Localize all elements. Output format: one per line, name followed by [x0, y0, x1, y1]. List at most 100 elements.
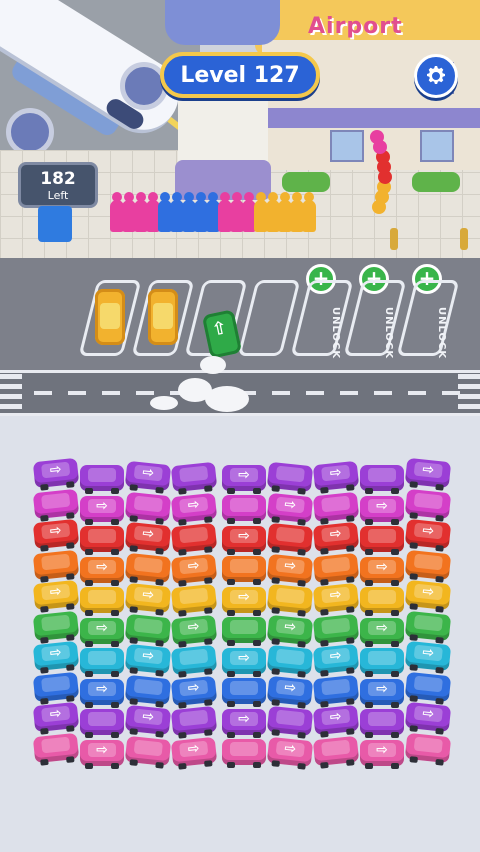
car-wheel — [409, 511, 419, 519]
grid-car[interactable] — [170, 583, 218, 617]
grid-car[interactable]: ⇨ — [266, 553, 314, 587]
grid-car[interactable] — [80, 526, 124, 556]
grid-car[interactable] — [360, 526, 404, 556]
grid-car[interactable] — [170, 644, 218, 678]
car-wheel — [271, 668, 281, 676]
grid-car[interactable]: ⇨ — [360, 678, 404, 708]
grid-car[interactable]: ⇨ — [222, 647, 266, 677]
grid-car[interactable] — [32, 549, 80, 583]
car-roof — [413, 492, 443, 509]
grid-car[interactable] — [266, 705, 314, 739]
grid-car[interactable]: ⇨ — [80, 739, 124, 769]
grid-car[interactable]: ⇨ — [124, 522, 172, 556]
grid-car[interactable]: ⇨ — [170, 614, 218, 648]
grid-car[interactable]: ⇨ — [360, 617, 404, 647]
grid-car[interactable]: ⇨ — [222, 586, 266, 616]
grid-car[interactable] — [312, 735, 360, 769]
grid-car[interactable] — [312, 491, 360, 525]
grid-car[interactable] — [124, 613, 172, 647]
grid-car[interactable] — [360, 648, 404, 678]
grid-car[interactable]: ⇨ — [404, 701, 452, 735]
grid-car[interactable]: ⇨ — [170, 736, 218, 770]
grid-car[interactable] — [80, 587, 124, 617]
grid-car[interactable]: ⇨ — [124, 644, 172, 678]
grid-car[interactable] — [266, 583, 314, 617]
grid-car[interactable]: ⇨ — [80, 495, 124, 525]
grid-car[interactable]: ⇨ — [360, 739, 404, 769]
grid-car[interactable] — [222, 556, 266, 586]
grid-car[interactable] — [170, 522, 218, 556]
grid-car[interactable] — [124, 735, 172, 769]
grid-car[interactable] — [404, 732, 452, 766]
grid-car[interactable]: ⇨ — [222, 708, 266, 738]
car-roof — [179, 648, 209, 666]
grid-car[interactable] — [32, 610, 80, 644]
grid-car[interactable]: ⇨ — [124, 583, 172, 617]
car-wheel — [271, 546, 281, 554]
grid-car[interactable] — [266, 522, 314, 556]
grid-car[interactable] — [170, 705, 218, 739]
grid-car[interactable] — [266, 461, 314, 495]
grid-car[interactable] — [404, 671, 452, 705]
grid-car[interactable] — [170, 461, 218, 495]
grid-car[interactable] — [124, 552, 172, 586]
car-wheel — [365, 640, 373, 647]
grid-car[interactable] — [80, 648, 124, 678]
grid-car[interactable]: ⇨ — [80, 617, 124, 647]
grid-car[interactable] — [32, 671, 80, 705]
grid-car[interactable] — [360, 465, 404, 495]
grid-car[interactable] — [266, 644, 314, 678]
grid-car[interactable] — [124, 491, 172, 525]
grid-car[interactable]: ⇨ — [266, 736, 314, 770]
grid-car[interactable]: ⇨ — [32, 457, 80, 491]
grid-car[interactable]: ⇨ — [222, 525, 266, 555]
grid-car[interactable]: ⇨ — [32, 579, 80, 613]
grid-car[interactable] — [312, 613, 360, 647]
grid-car[interactable]: ⇨ — [360, 556, 404, 586]
grid-car[interactable] — [222, 739, 266, 769]
car-wheel — [227, 518, 235, 525]
grid-car[interactable]: ⇨ — [312, 461, 360, 495]
grid-car[interactable]: ⇨ — [360, 495, 404, 525]
grid-car[interactable]: ⇨ — [312, 583, 360, 617]
grid-car[interactable] — [222, 617, 266, 647]
grid-car[interactable]: ⇨ — [80, 678, 124, 708]
grid-car[interactable] — [80, 465, 124, 495]
grid-car[interactable]: ⇨ — [32, 640, 80, 674]
grid-car[interactable] — [360, 587, 404, 617]
grid-car[interactable]: ⇨ — [170, 675, 218, 709]
grid-car[interactable]: ⇨ — [170, 492, 218, 526]
grid-car[interactable] — [312, 552, 360, 586]
grid-car[interactable]: ⇨ — [404, 640, 452, 674]
grid-car[interactable]: ⇨ — [266, 492, 314, 526]
grid-car[interactable]: ⇨ — [404, 457, 452, 491]
grid-car[interactable]: ⇨ — [80, 556, 124, 586]
grid-car[interactable] — [32, 488, 80, 522]
grid-car[interactable] — [32, 732, 80, 766]
grid-car[interactable] — [404, 549, 452, 583]
settings-button[interactable] — [414, 54, 458, 98]
grid-car[interactable] — [404, 610, 452, 644]
grid-car[interactable]: ⇨ — [222, 464, 266, 494]
grid-car[interactable] — [80, 709, 124, 739]
grid-car[interactable]: ⇨ — [170, 553, 218, 587]
car-roof — [368, 529, 396, 544]
car-roof — [179, 465, 209, 483]
grid-car[interactable]: ⇨ — [404, 518, 452, 552]
grid-car[interactable]: ⇨ — [312, 644, 360, 678]
grid-car[interactable] — [404, 488, 452, 522]
grid-car[interactable] — [312, 674, 360, 708]
grid-car[interactable]: ⇨ — [312, 522, 360, 556]
grid-car[interactable]: ⇨ — [124, 705, 172, 739]
grid-car[interactable]: ⇨ — [312, 705, 360, 739]
grid-car[interactable]: ⇨ — [266, 675, 314, 709]
grid-car[interactable] — [222, 495, 266, 525]
grid-car[interactable]: ⇨ — [404, 579, 452, 613]
grid-car[interactable]: ⇨ — [266, 614, 314, 648]
grid-car[interactable] — [124, 674, 172, 708]
grid-car[interactable] — [360, 709, 404, 739]
grid-car[interactable]: ⇨ — [32, 518, 80, 552]
grid-car[interactable]: ⇨ — [124, 461, 172, 495]
grid-car[interactable] — [222, 678, 266, 708]
grid-car[interactable]: ⇨ — [32, 701, 80, 735]
